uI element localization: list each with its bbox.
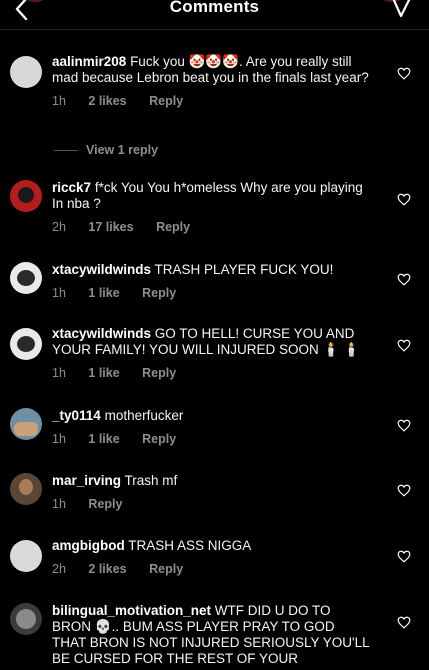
avatar-graphic bbox=[19, 479, 33, 495]
avatar[interactable] bbox=[10, 473, 42, 505]
reply-button[interactable]: Reply bbox=[149, 562, 183, 576]
comment-text: TRASH ASS NIGGA bbox=[128, 538, 252, 553]
comment-time: 1h bbox=[52, 432, 66, 446]
comment-likes[interactable]: 2 likes bbox=[88, 562, 126, 576]
comment-text: TRASH PLAYER FUCK YOU! bbox=[154, 262, 334, 277]
page-title: Comments bbox=[169, 0, 260, 16]
comment-time: 1h bbox=[52, 94, 66, 108]
comment-time: 1h bbox=[52, 366, 66, 380]
avatar-graphic bbox=[17, 336, 35, 352]
comment-meta: 1h 1 like Reply bbox=[52, 432, 370, 446]
heart-outline-icon[interactable] bbox=[397, 550, 411, 563]
comment-username[interactable]: aalinmir208 bbox=[52, 54, 126, 69]
heart-outline-icon[interactable] bbox=[397, 67, 411, 80]
comment-meta: 1h Reply bbox=[52, 497, 370, 511]
reply-button[interactable]: Reply bbox=[142, 366, 176, 380]
comment-text: f*ck You You h*omeless Why are you playi… bbox=[52, 180, 363, 211]
comment-likes[interactable]: 1 like bbox=[88, 286, 119, 300]
comment-text: Trash mf bbox=[124, 473, 178, 488]
comment-meta: 1h 1 like Reply bbox=[52, 286, 370, 300]
avatar[interactable] bbox=[10, 408, 42, 440]
comment-likes[interactable]: 1 like bbox=[88, 432, 119, 446]
reply-button[interactable]: Reply bbox=[142, 432, 176, 446]
comment-meta: 1h 1 like Reply bbox=[52, 366, 370, 380]
reply-button[interactable]: Reply bbox=[88, 497, 122, 511]
view-replies-button[interactable]: View 1 reply bbox=[54, 143, 158, 157]
header-bar: Comments bbox=[0, 0, 429, 30]
comment-username[interactable]: ricck7 bbox=[52, 180, 91, 195]
comment-time: 1h bbox=[52, 286, 66, 300]
comment-meta: 2h 2 likes Reply bbox=[52, 562, 370, 576]
heart-outline-icon[interactable] bbox=[397, 616, 411, 629]
reply-button[interactable]: Reply bbox=[142, 286, 176, 300]
avatar[interactable] bbox=[10, 603, 42, 635]
comment-meta: 2h 17 likes Reply bbox=[52, 220, 370, 234]
heart-outline-icon[interactable] bbox=[397, 193, 411, 206]
comment-likes[interactable]: 17 likes bbox=[88, 220, 133, 234]
comment-username[interactable]: bilingual_motivation_net bbox=[52, 603, 211, 618]
avatar[interactable] bbox=[10, 180, 42, 212]
send-icon[interactable] bbox=[389, 0, 415, 22]
comment-username[interactable]: xtacywildwinds bbox=[52, 326, 151, 341]
avatar[interactable] bbox=[10, 540, 42, 572]
comment-meta: 1h 2 likes Reply bbox=[52, 94, 370, 108]
divider bbox=[54, 149, 78, 151]
avatar-graphic bbox=[18, 187, 34, 203]
comment-time: 2h bbox=[52, 220, 66, 234]
comment-time: 1h bbox=[52, 497, 66, 511]
comment-text: motherfucker bbox=[104, 408, 184, 423]
comment-username[interactable]: _ty0114 bbox=[52, 408, 101, 423]
comment-username[interactable]: xtacywildwinds bbox=[52, 262, 151, 277]
comment-likes[interactable]: 2 likes bbox=[88, 94, 126, 108]
heart-outline-icon[interactable] bbox=[397, 339, 411, 352]
avatar-graphic bbox=[16, 609, 36, 629]
avatar[interactable] bbox=[10, 328, 42, 360]
reply-button[interactable]: Reply bbox=[156, 220, 190, 234]
reply-button[interactable]: Reply bbox=[149, 94, 183, 108]
heart-outline-icon[interactable] bbox=[397, 484, 411, 497]
heart-outline-icon[interactable] bbox=[397, 419, 411, 432]
avatar[interactable] bbox=[10, 56, 42, 88]
avatar-graphic bbox=[14, 422, 38, 436]
avatar[interactable] bbox=[10, 262, 42, 294]
view-replies-label: View 1 reply bbox=[86, 143, 159, 157]
comment-username[interactable]: mar_irving bbox=[52, 473, 121, 488]
comment-username[interactable]: amgbigbod bbox=[52, 538, 125, 553]
avatar-graphic bbox=[17, 270, 35, 286]
comment-time: 2h bbox=[52, 562, 66, 576]
comment-likes[interactable]: 1 like bbox=[88, 366, 119, 380]
heart-outline-icon[interactable] bbox=[397, 273, 411, 286]
